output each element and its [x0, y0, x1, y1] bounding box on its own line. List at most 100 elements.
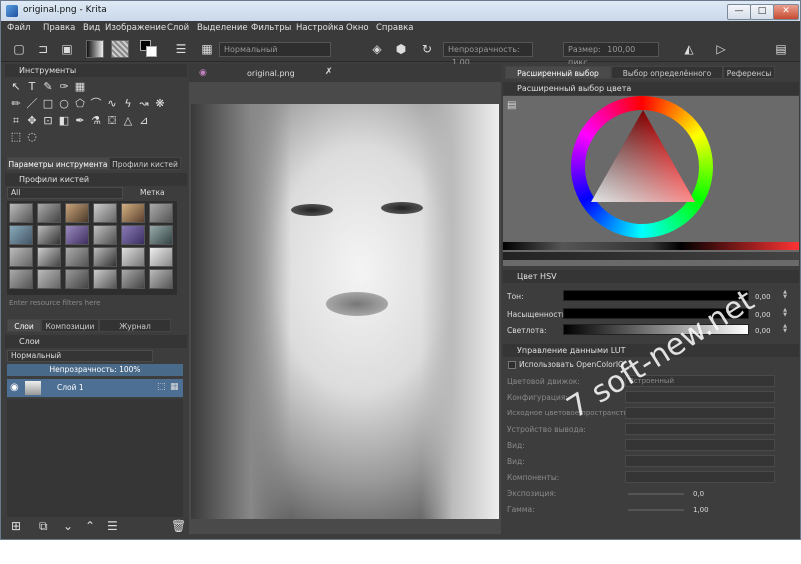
brush-preset-tile[interactable]	[65, 269, 89, 289]
open-file-icon[interactable]: ⊐	[35, 41, 51, 57]
rect-select-icon[interactable]: ⬚	[9, 130, 23, 144]
brush-preset-tile[interactable]	[93, 247, 117, 267]
brush-preset-tile[interactable]	[93, 225, 117, 245]
layer-alpha-lock-icon[interactable]: ⬚	[157, 382, 166, 392]
tab-specific-color-selector[interactable]: Выбор определённого цвета	[611, 66, 723, 91]
duplicate-layer-icon[interactable]: ⧉	[39, 519, 48, 534]
brush-preset-tile[interactable]	[37, 269, 61, 289]
polyline-tool-icon[interactable]: ⌒	[89, 97, 103, 111]
tab-references[interactable]: Референсы	[723, 66, 775, 79]
move-tool-icon[interactable]: ✥	[25, 114, 39, 128]
menu-edit[interactable]: Правка	[43, 23, 75, 33]
multibrush-icon[interactable]: ❋	[153, 97, 167, 111]
tab-undo-history[interactable]: Журнал действий	[99, 319, 171, 344]
brush-preset-tile[interactable]	[9, 225, 33, 245]
bezier-tool-icon[interactable]: ∿	[105, 97, 119, 111]
layer-name[interactable]: Слой 1	[57, 383, 84, 392]
mirror-vertical-icon[interactable]: ▷	[713, 41, 729, 57]
display-device-select[interactable]	[625, 423, 775, 435]
new-document-icon[interactable]: ▢	[11, 41, 27, 57]
measure-tool-icon[interactable]: △	[121, 114, 135, 128]
close-document-icon[interactable]: ✗	[325, 67, 333, 77]
preserve-alpha-icon[interactable]: ⬢	[393, 41, 409, 57]
brush-preset-tile[interactable]	[37, 203, 61, 223]
selector-settings-icon[interactable]: ▤	[507, 100, 516, 111]
layer-inherit-alpha-icon[interactable]: ▦	[170, 382, 179, 392]
hue-slider-strip[interactable]	[503, 242, 799, 250]
menu-help[interactable]: Справка	[376, 23, 413, 33]
gradient-swatch[interactable]	[86, 40, 104, 58]
ruler-tool-icon[interactable]: ⊿	[137, 114, 151, 128]
tab-tool-options[interactable]: Параметры инструмента	[7, 157, 109, 170]
brush-preset-tile[interactable]	[9, 203, 33, 223]
value-value[interactable]: 0,00	[755, 326, 777, 337]
add-layer-icon[interactable]: ⊞	[11, 519, 21, 533]
move-layer-down-icon[interactable]: ⌄	[63, 519, 73, 533]
value-spin-arrows[interactable]: ▲ ▼	[781, 324, 789, 335]
brush-preset-tile[interactable]	[93, 269, 117, 289]
hue-spin-arrows[interactable]: ▲ ▼	[781, 290, 789, 301]
brush-preset-tile[interactable]	[93, 203, 117, 223]
exposure-value[interactable]: 0,0	[693, 489, 715, 500]
polygon-tool-icon[interactable]: ⬠	[73, 97, 87, 111]
brush-preset-tile[interactable]	[149, 203, 173, 223]
brush-preset-tile[interactable]	[9, 269, 33, 289]
value-slider-strip[interactable]	[503, 252, 799, 260]
tab-compositions[interactable]: Композиции	[41, 319, 99, 332]
maximize-button[interactable]: □	[750, 4, 774, 20]
brush-filter-select[interactable]: All	[7, 187, 123, 199]
ellipse-tool-icon[interactable]: ○	[57, 97, 71, 111]
bucket-fill-icon[interactable]: ⛋	[105, 114, 119, 128]
resource-filter-input[interactable]: Enter resource filters here	[9, 299, 100, 307]
configuration-field[interactable]	[625, 391, 775, 403]
eraser-icon[interactable]: ◈	[369, 41, 385, 57]
transform-tool-icon[interactable]: ⊡	[41, 114, 55, 128]
layer-visibility-eye-icon[interactable]: ◉	[10, 382, 19, 393]
layer-opacity-slider[interactable]: Непрозрачность: 100%	[7, 364, 183, 376]
menu-view[interactable]: Вид	[83, 23, 100, 33]
view-select[interactable]	[625, 439, 775, 451]
brush-preset-tile[interactable]	[65, 225, 89, 245]
brush-tag-label[interactable]: Метка	[140, 188, 165, 197]
brush-preset-tile[interactable]	[121, 225, 145, 245]
ellipse-select-icon[interactable]: ◌	[25, 130, 39, 144]
gradient-edit-icon[interactable]: ▦	[73, 80, 87, 94]
reload-preset-icon[interactable]: ↻	[419, 41, 435, 57]
brush-preset-tile[interactable]	[121, 269, 145, 289]
dynamic-brush-icon[interactable]: ↝	[137, 97, 151, 111]
gamma-slider[interactable]	[628, 509, 684, 511]
input-space-select[interactable]	[625, 407, 775, 419]
fill-tool-icon[interactable]: ◧	[57, 114, 71, 128]
layer-blend-mode-select[interactable]: Нормальный	[7, 350, 153, 362]
tab-advanced-color-selector[interactable]: Расширенный выбор цвета	[505, 66, 611, 91]
brush-preset-tile[interactable]	[65, 247, 89, 267]
pattern-swatch[interactable]	[111, 40, 129, 58]
freehand-brush-icon[interactable]: ✏	[9, 97, 23, 111]
menu-filters[interactable]: Фильтры	[251, 23, 291, 33]
sv-triangle[interactable]	[591, 110, 695, 202]
freehand-path-icon[interactable]: ϟ	[121, 97, 135, 111]
line-tool-icon[interactable]: ／	[25, 97, 39, 111]
blend-mode-select[interactable]: Нормальный	[219, 42, 331, 57]
exposure-slider[interactable]	[628, 493, 684, 495]
gamma-value[interactable]: 1,00	[693, 505, 715, 516]
calligraphy-icon[interactable]: ✑	[57, 80, 71, 94]
delete-layer-icon[interactable]: 🗑	[171, 519, 186, 533]
canvas-image[interactable]	[191, 104, 499, 519]
components-select[interactable]	[625, 471, 775, 483]
layer-properties-icon[interactable]: ☰	[107, 519, 118, 533]
tab-layers[interactable]: Слои	[7, 319, 41, 332]
brush-settings-icon[interactable]: ☰	[173, 41, 189, 57]
brush-preset-tile[interactable]	[149, 247, 173, 267]
edit-shapes-icon[interactable]: ✎	[41, 80, 55, 94]
brush-preset-tile[interactable]	[121, 247, 145, 267]
tab-brush-presets[interactable]: Профили кистей	[109, 157, 181, 170]
look-select[interactable]	[625, 455, 775, 467]
saturation-spin-arrows[interactable]: ▲ ▼	[781, 308, 789, 319]
size-field[interactable]: Размер: 100,00 пикс.	[563, 42, 659, 67]
document-tab[interactable]: original.png	[247, 69, 295, 78]
brush-preset-tile[interactable]	[65, 203, 89, 223]
color-picker-icon[interactable]: ✒	[73, 114, 87, 128]
workspace-icon[interactable]: ▤	[773, 41, 789, 57]
menu-layer[interactable]: Слой	[167, 23, 189, 33]
